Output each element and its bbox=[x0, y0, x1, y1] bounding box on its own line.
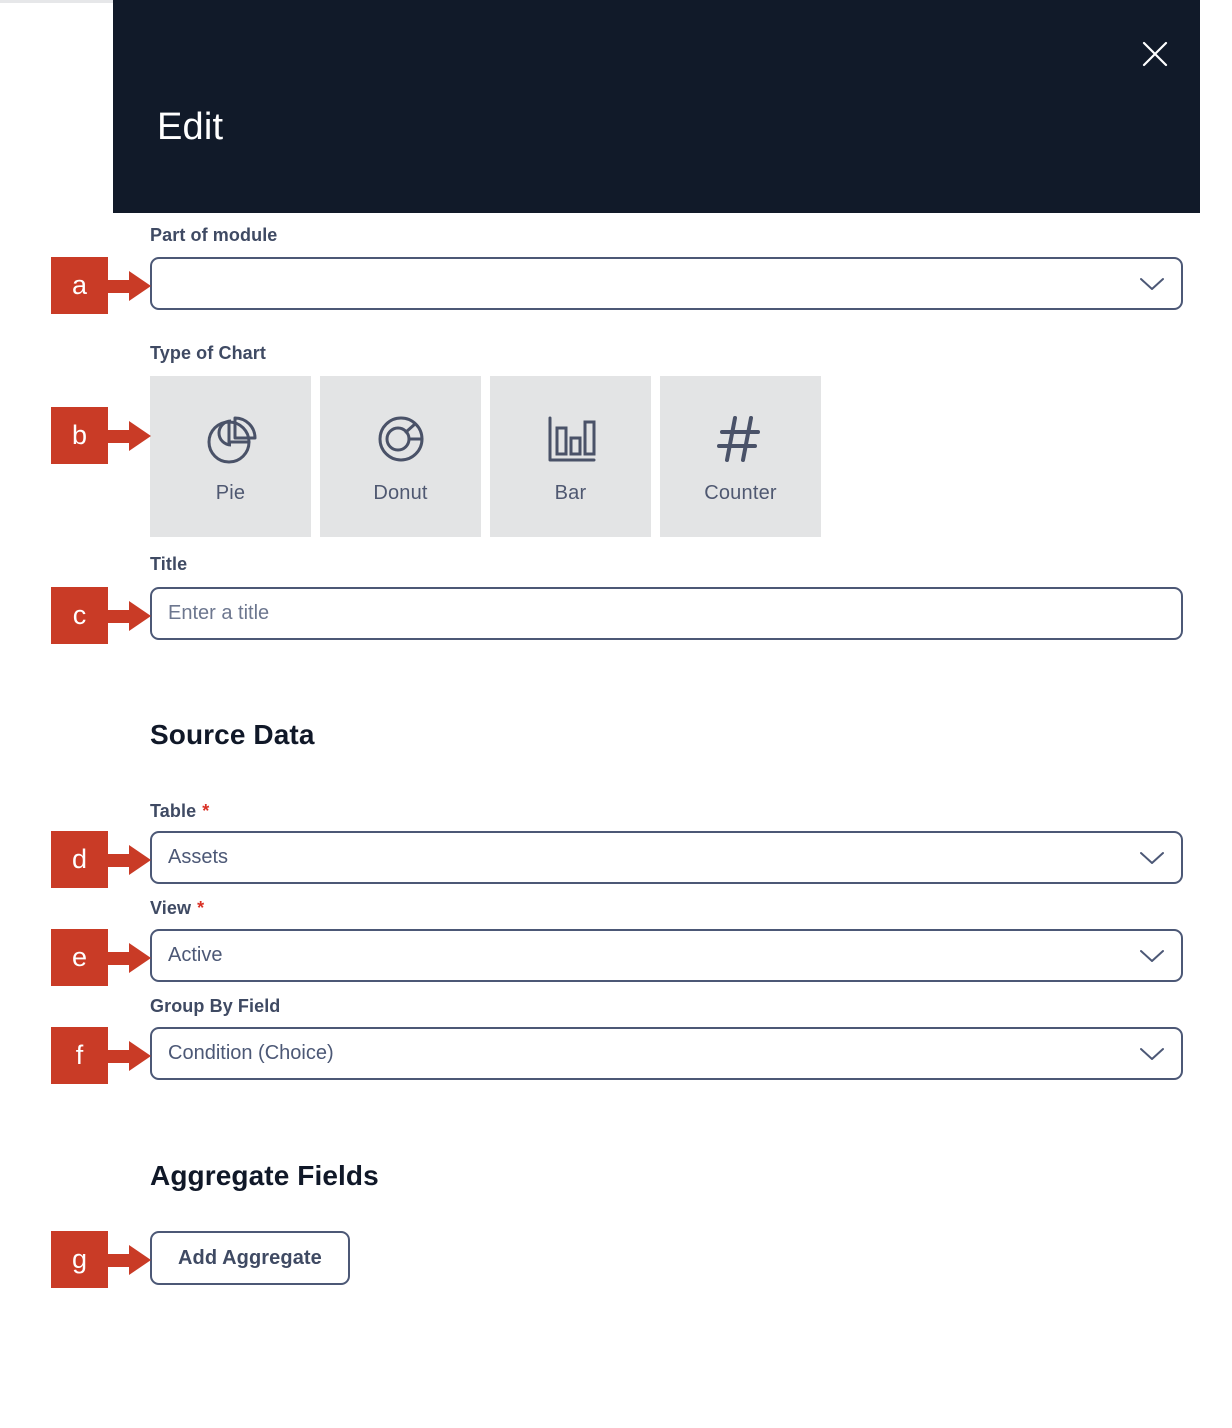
annotation-label-b: b bbox=[51, 407, 108, 464]
chart-type-option-bar[interactable]: Bar bbox=[490, 376, 651, 537]
chevron-down-icon bbox=[1139, 850, 1165, 866]
chart-type-label-donut: Donut bbox=[373, 482, 428, 504]
table-value: Assets bbox=[168, 846, 229, 868]
chevron-down-icon bbox=[1139, 948, 1165, 964]
annotation-label-e: e bbox=[51, 929, 108, 986]
view-label: View bbox=[150, 898, 192, 918]
view-required-marker: * bbox=[197, 898, 205, 918]
modal-header: Edit bbox=[113, 0, 1200, 213]
chevron-down-icon bbox=[1139, 276, 1165, 292]
table-select[interactable]: Assets bbox=[150, 831, 1183, 884]
aggregate-fields-heading: Aggregate Fields bbox=[150, 1160, 379, 1191]
chart-type-label-bar: Bar bbox=[554, 482, 587, 504]
chart-type-option-donut[interactable]: Donut bbox=[320, 376, 481, 537]
top-edge-strip bbox=[0, 0, 113, 3]
page-title: Edit bbox=[157, 106, 224, 148]
type-of-chart-tiles: Pie Donut Bar Counter bbox=[150, 376, 821, 537]
bar-chart-icon bbox=[540, 408, 602, 470]
chart-type-option-pie[interactable]: Pie bbox=[150, 376, 311, 537]
type-of-chart-label: Type of Chart bbox=[150, 343, 266, 363]
chevron-down-icon bbox=[1139, 1046, 1165, 1062]
annotation-label-a: a bbox=[51, 257, 108, 314]
annotation-label-c: c bbox=[51, 587, 108, 644]
title-input-placeholder: Enter a title bbox=[168, 602, 270, 624]
pie-chart-icon bbox=[200, 408, 262, 470]
donut-chart-icon bbox=[370, 408, 432, 470]
annotation-label-d: d bbox=[51, 831, 108, 888]
annotation-label-g: g bbox=[51, 1231, 108, 1288]
chart-type-option-counter[interactable]: Counter bbox=[660, 376, 821, 537]
hash-counter-icon bbox=[710, 408, 772, 470]
close-icon[interactable] bbox=[1132, 31, 1178, 77]
group-by-field-select[interactable]: Condition (Choice) bbox=[150, 1027, 1183, 1080]
table-required-marker: * bbox=[202, 801, 210, 821]
annotation-label-f: f bbox=[51, 1027, 108, 1084]
title-input[interactable]: Enter a title bbox=[150, 587, 1183, 640]
view-value: Active bbox=[168, 944, 223, 966]
title-field-label: Title bbox=[150, 554, 188, 574]
part-of-module-label: Part of module bbox=[150, 225, 278, 245]
view-select[interactable]: Active bbox=[150, 929, 1183, 982]
add-aggregate-button[interactable]: Add Aggregate bbox=[150, 1231, 350, 1285]
source-data-heading: Source Data bbox=[150, 719, 315, 750]
table-label: Table bbox=[150, 801, 197, 821]
part-of-module-select[interactable] bbox=[150, 257, 1183, 310]
group-by-field-value: Condition (Choice) bbox=[168, 1042, 334, 1064]
group-by-field-label: Group By Field bbox=[150, 996, 281, 1016]
chart-type-label-counter: Counter bbox=[704, 482, 777, 504]
edit-chart-modal: Edit Part of module Type of Chart Pie Do… bbox=[113, 0, 1200, 1428]
chart-type-label-pie: Pie bbox=[215, 482, 246, 504]
